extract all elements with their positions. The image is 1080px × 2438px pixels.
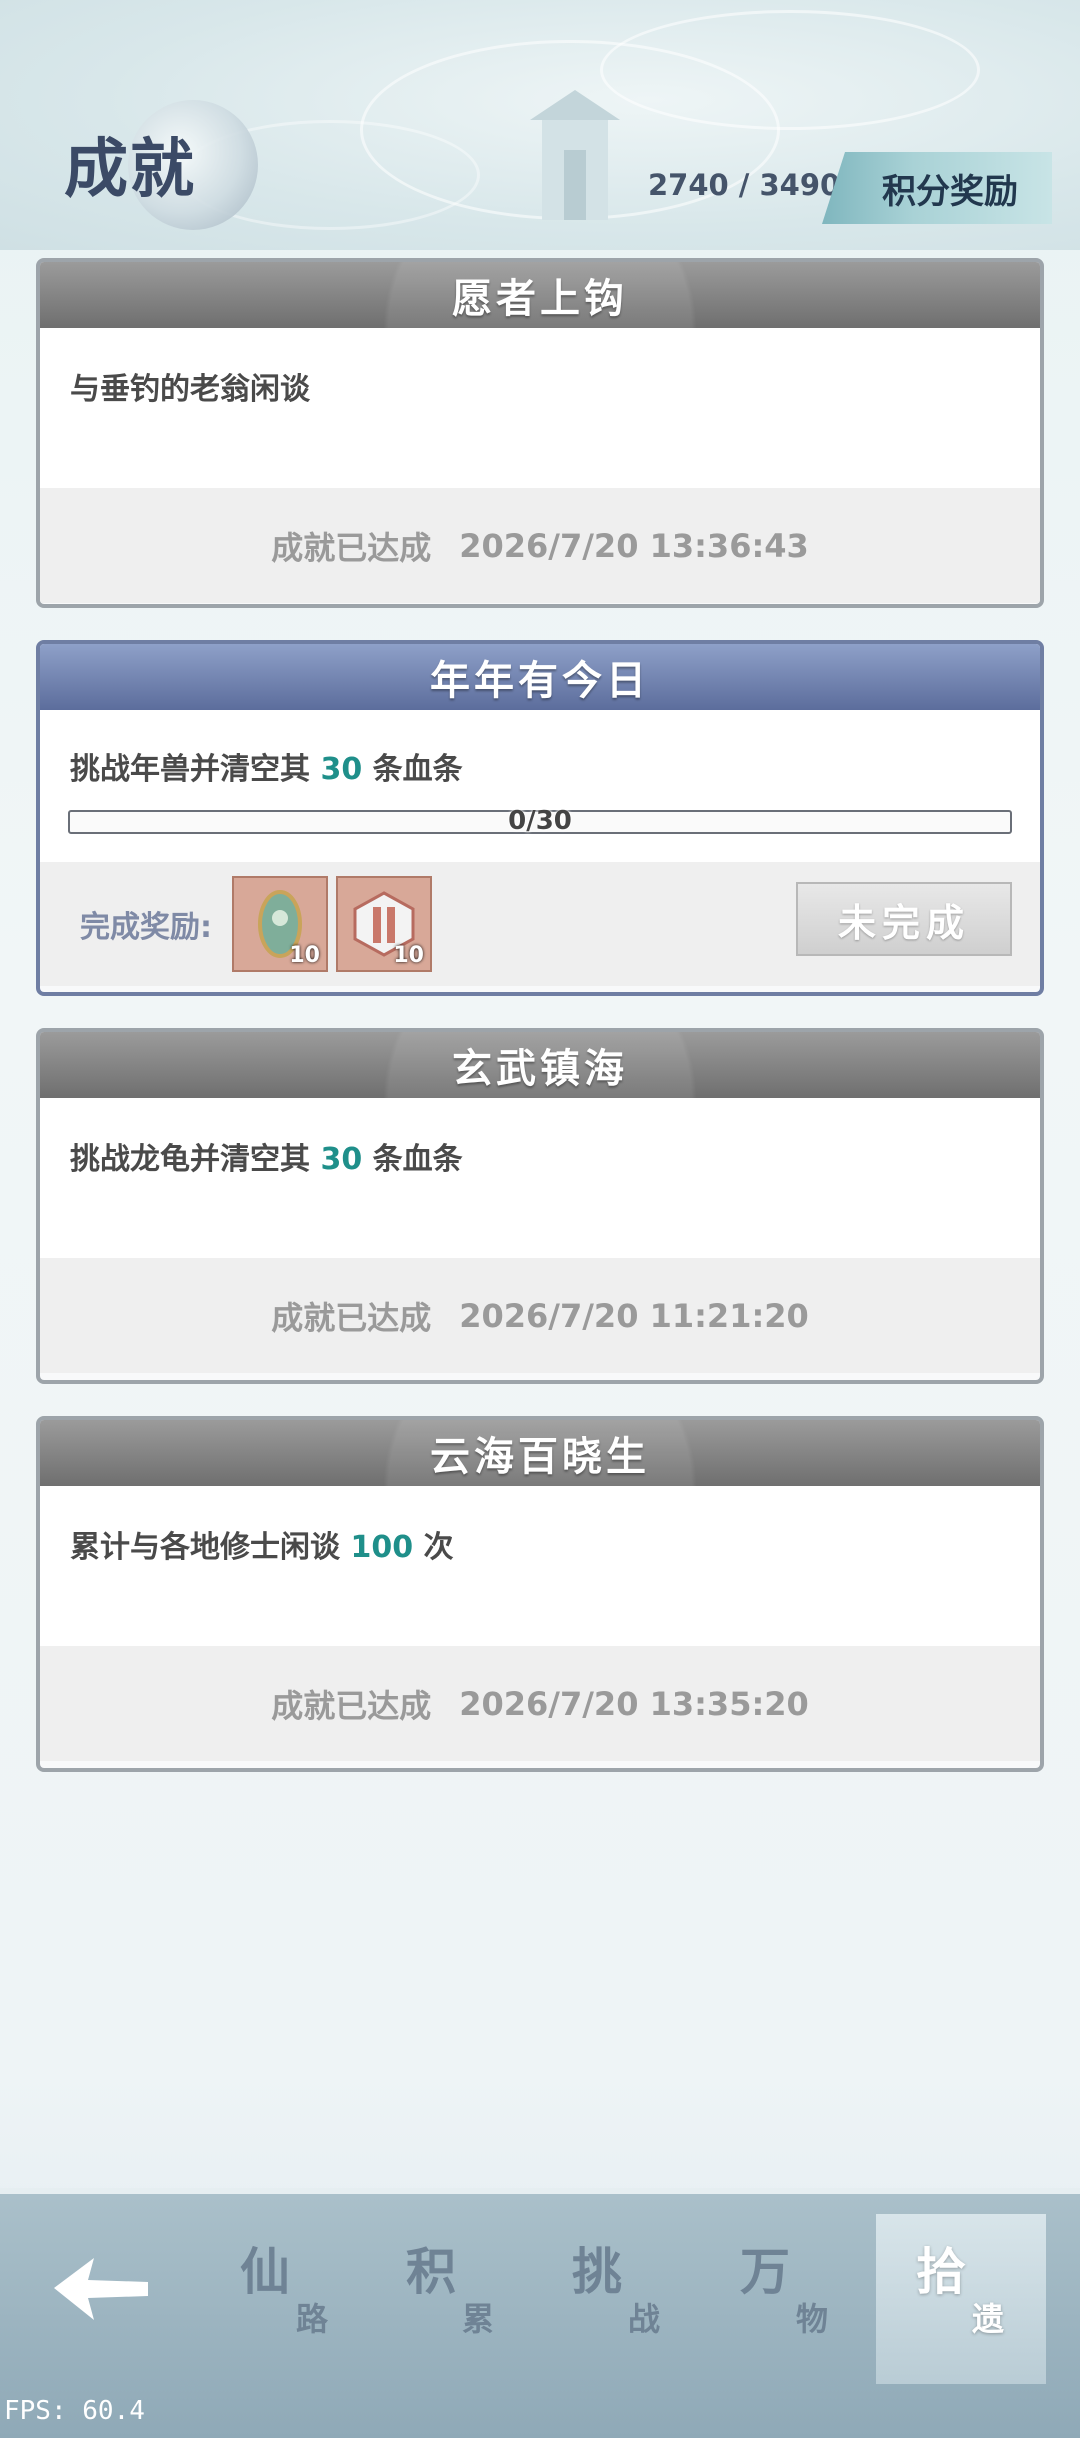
achievement-card: 云海百晓生 累计与各地修士闲谈 100 次 成就已达成 2026/7/20 13… bbox=[36, 1416, 1044, 1772]
target-number: 100 bbox=[350, 1530, 414, 1565]
description-text: 挑战龙龟并清空其 bbox=[70, 1142, 321, 1177]
target-number: 30 bbox=[320, 1142, 363, 1177]
page-title: 成就 bbox=[64, 132, 196, 207]
tab-label: 拾 bbox=[916, 2242, 966, 2301]
incomplete-button[interactable]: 未完成 bbox=[796, 882, 1012, 956]
description-text: 挑战年兽并清空其 bbox=[70, 752, 321, 787]
achievement-status-row: 成就已达成 2026/7/20 13:36:43 bbox=[40, 488, 1040, 603]
completion-time: 2026/7/20 13:36:43 bbox=[459, 526, 809, 565]
points-reward-button[interactable]: 积分奖励 bbox=[822, 152, 1052, 224]
completion-time: 2026/7/20 13:35:20 bbox=[459, 1684, 809, 1723]
tab-xianlu[interactable]: 仙 路 bbox=[200, 2214, 370, 2384]
achievement-title: 玄武镇海 bbox=[40, 1032, 1040, 1098]
reward-item[interactable]: 10 bbox=[232, 876, 328, 972]
reward-count: 10 bbox=[393, 943, 424, 968]
tab-label: 积 bbox=[406, 2242, 456, 2301]
decor-swirl bbox=[600, 10, 980, 130]
achievement-card: 愿者上钩 与垂钓的老翁闲谈 成就已达成 2026/7/20 13:36:43 bbox=[36, 258, 1044, 608]
description-text-suffix: 条血条 bbox=[362, 1142, 463, 1177]
achievement-status-row: 成就已达成 2026/7/20 11:21:20 bbox=[40, 1258, 1040, 1373]
bottom-nav: 仙 路 积 累 挑 战 万 物 拾 遗 bbox=[0, 2188, 1080, 2438]
progress-row: 0/30 bbox=[40, 806, 1040, 862]
achievement-title: 愿者上钩 bbox=[40, 262, 1040, 328]
tab-jilei[interactable]: 积 累 bbox=[366, 2214, 536, 2384]
fps-counter: FPS: 60.4 bbox=[4, 2396, 145, 2426]
tab-sublabel: 遗 bbox=[972, 2300, 1005, 2338]
target-number: 30 bbox=[320, 752, 363, 787]
reward-item[interactable]: 10 bbox=[336, 876, 432, 972]
tab-wanwu[interactable]: 万 物 bbox=[700, 2214, 870, 2384]
description-text: 累计与各地修士闲谈 bbox=[70, 1530, 351, 1565]
score-counter: 2740 / 3490 bbox=[648, 168, 841, 202]
status-text: 成就已达成 bbox=[271, 1686, 432, 1725]
achievement-card: 玄武镇海 挑战龙龟并清空其 30 条血条 成就已达成 2026/7/20 11:… bbox=[36, 1028, 1044, 1384]
progress-text: 0/30 bbox=[508, 806, 572, 836]
reward-row: 完成奖励: 10 10 未完成 bbox=[40, 862, 1040, 986]
progress-bar: 0/30 bbox=[68, 806, 1012, 836]
pavilion-icon bbox=[530, 90, 620, 220]
description-text: 与垂钓的老翁闲谈 bbox=[70, 372, 310, 407]
reward-label: 完成奖励: bbox=[80, 910, 212, 945]
tab-sublabel: 物 bbox=[796, 2300, 829, 2338]
tab-tiaozhan[interactable]: 挑 战 bbox=[532, 2214, 702, 2384]
achievement-description: 累计与各地修士闲谈 100 次 bbox=[40, 1486, 1040, 1646]
completion-time: 2026/7/20 11:21:20 bbox=[459, 1296, 809, 1335]
achievement-title: 云海百晓生 bbox=[40, 1420, 1040, 1486]
tab-sublabel: 战 bbox=[628, 2300, 661, 2338]
tab-label: 挑 bbox=[572, 2242, 622, 2301]
reward-count: 10 bbox=[289, 943, 320, 968]
back-button[interactable] bbox=[44, 2244, 154, 2334]
achievement-title: 年年有今日 bbox=[40, 644, 1040, 710]
achievement-card-active: 年年有今日 挑战年兽并清空其 30 条血条 0/30 完成奖励: 10 10 未… bbox=[36, 640, 1044, 996]
tab-sublabel: 累 bbox=[462, 2300, 495, 2338]
description-text-suffix: 条血条 bbox=[362, 752, 463, 787]
achievement-status-row: 成就已达成 2026/7/20 13:35:20 bbox=[40, 1646, 1040, 1761]
page-title-badge: 成就 bbox=[58, 100, 258, 230]
achievement-description: 挑战年兽并清空其 30 条血条 bbox=[40, 710, 1040, 810]
tab-shiyi[interactable]: 拾 遗 bbox=[876, 2214, 1046, 2384]
back-arrow-icon bbox=[54, 2258, 148, 2320]
achievement-description: 与垂钓的老翁闲谈 bbox=[40, 328, 1040, 488]
tab-label: 仙 bbox=[240, 2242, 290, 2301]
status-text: 成就已达成 bbox=[271, 1298, 432, 1337]
tab-label: 万 bbox=[740, 2242, 790, 2301]
achievement-description: 挑战龙龟并清空其 30 条血条 bbox=[40, 1098, 1040, 1258]
description-text-suffix: 次 bbox=[413, 1530, 454, 1565]
tab-sublabel: 路 bbox=[296, 2300, 329, 2338]
status-text: 成就已达成 bbox=[271, 528, 432, 567]
header: 成就 2740 / 3490 积分奖励 bbox=[0, 0, 1080, 250]
